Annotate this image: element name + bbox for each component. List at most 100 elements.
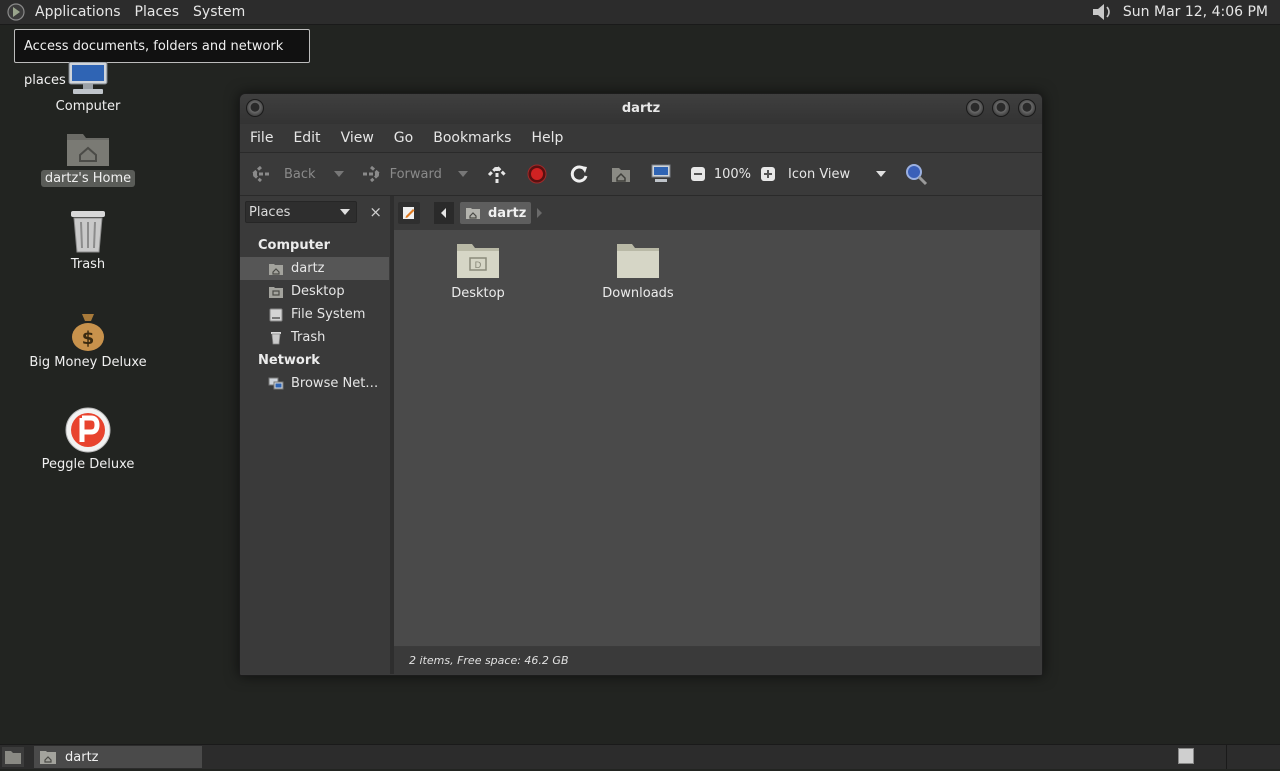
view-mode-select[interactable]: Icon View — [788, 153, 887, 195]
money-bag-icon: $ — [72, 314, 104, 351]
path-scroll-right[interactable] — [532, 202, 546, 224]
sidebar-type-select[interactable]: Places — [245, 201, 357, 223]
zoom-out-button[interactable] — [690, 153, 706, 195]
window-menu-button[interactable] — [246, 99, 264, 117]
applications-menu[interactable]: Applications — [28, 0, 128, 24]
location-bar: dartz — [394, 196, 1040, 230]
forward-button[interactable]: Forward — [358, 153, 442, 195]
stop-icon — [527, 164, 547, 184]
taskbar-window-label: dartz — [65, 749, 99, 765]
file-item-downloads[interactable]: Downloads — [583, 240, 693, 301]
window-titlebar[interactable]: dartz — [240, 94, 1042, 124]
desktop-icon — [269, 286, 283, 298]
desktop-icon-label: Peggle Deluxe — [41, 457, 135, 472]
file-item-label: Downloads — [602, 286, 674, 301]
sidebar-item-label: Browse Net… — [291, 376, 379, 391]
sidebar-item-file-system[interactable]: File System — [240, 303, 390, 326]
reload-button[interactable] — [568, 153, 590, 195]
stop-button[interactable] — [527, 153, 547, 195]
path-button-dartz[interactable]: dartz — [460, 202, 532, 224]
chevron-left-icon — [441, 208, 446, 218]
search-button[interactable] — [904, 153, 928, 195]
close-icon[interactable]: × — [369, 203, 382, 221]
sidebar-header: Places × — [240, 196, 390, 228]
drive-icon — [269, 308, 283, 321]
show-desktop-icon — [5, 751, 21, 764]
show-desktop-button[interactable] — [2, 747, 24, 767]
gnome-foot-icon[interactable] — [6, 2, 26, 22]
sidebar-item-label: Trash — [291, 330, 326, 345]
back-arrow-icon — [250, 165, 271, 183]
view-mode-label: Icon View — [788, 166, 851, 182]
home-icon — [269, 263, 283, 275]
sidebar-item-desktop[interactable]: Desktop — [240, 280, 390, 303]
up-button[interactable] — [486, 153, 508, 195]
desktop-icon-big-money[interactable]: $ Big Money Deluxe — [23, 310, 153, 371]
zoom-level[interactable]: 100% — [714, 167, 751, 182]
home-icon — [466, 208, 480, 219]
status-text: 2 items, Free space: 46.2 GB — [409, 654, 569, 667]
up-arrow-icon — [487, 164, 506, 183]
desktop-icon-computer[interactable]: Computer — [23, 62, 153, 115]
forward-label: Forward — [389, 166, 442, 182]
minimize-button[interactable] — [966, 99, 984, 117]
sidebar-item-trash[interactable]: Trash — [240, 326, 390, 349]
system-menu[interactable]: System — [186, 0, 252, 24]
sidebar-item-dartz[interactable]: dartz — [240, 257, 389, 280]
volume-icon[interactable] — [1089, 1, 1115, 23]
menu-view[interactable]: View — [331, 130, 384, 146]
reload-icon — [570, 165, 588, 183]
path-scroll-left[interactable] — [434, 202, 454, 224]
sidebar-section-network: Network — [258, 353, 320, 368]
sidebar-section-computer: Computer — [258, 238, 331, 253]
places-menu[interactable]: Places — [128, 0, 187, 24]
window-title: dartz — [621, 101, 661, 116]
maximize-button[interactable] — [992, 99, 1010, 117]
menu-bookmarks[interactable]: Bookmarks — [423, 130, 521, 146]
computer-button[interactable] — [650, 153, 672, 195]
trash-icon — [271, 331, 281, 344]
zoom-in-button[interactable] — [760, 153, 776, 195]
toggle-location-button[interactable] — [398, 202, 420, 224]
clock[interactable]: Sun Mar 12, 4:06 PM — [1115, 4, 1280, 20]
toolbar: Back Forward 100% Icon View — [240, 152, 1042, 196]
desktop-icon-peggle[interactable]: Peggle Deluxe — [23, 406, 153, 473]
home-icon — [40, 751, 56, 764]
folder-icon — [617, 244, 659, 278]
workspace-divider — [1226, 745, 1227, 769]
sidebar-item-label: File System — [291, 307, 366, 322]
search-icon — [906, 164, 928, 186]
sidebar-item-browse-network[interactable]: Browse Net… — [240, 372, 390, 395]
desktop-icon-label: Computer — [55, 99, 121, 114]
forward-history-dropdown[interactable] — [457, 171, 468, 177]
menu-go[interactable]: Go — [384, 130, 423, 146]
menu-help[interactable]: Help — [521, 130, 573, 146]
sidebar-item-label: dartz — [291, 261, 325, 276]
desktop-icon-home[interactable]: dartz's Home — [23, 128, 153, 187]
forward-arrow-icon — [360, 165, 381, 183]
file-manager-window: dartz File Edit View Go Bookmarks Help B… — [239, 93, 1043, 676]
network-icon — [268, 377, 284, 389]
back-history-dropdown[interactable] — [333, 171, 344, 177]
chevron-down-icon — [876, 171, 887, 177]
back-button[interactable]: Back — [250, 153, 316, 195]
desktop-icon-trash[interactable]: Trash — [23, 208, 153, 273]
status-bar: 2 items, Free space: 46.2 GB — [394, 647, 1040, 674]
menu-edit[interactable]: Edit — [283, 130, 330, 146]
workspace-1[interactable] — [1178, 748, 1194, 764]
computer-icon — [651, 164, 671, 182]
desktop-icon-label: Big Money Deluxe — [29, 355, 147, 370]
home-button[interactable] — [610, 153, 632, 195]
menu-file[interactable]: File — [240, 130, 283, 146]
close-button[interactable] — [1018, 99, 1036, 117]
file-view[interactable]: D Desktop Downloads — [394, 230, 1040, 646]
peggle-icon — [65, 407, 111, 453]
places-tooltip: Access documents, folders and network pl… — [14, 29, 310, 88]
sidebar-type-label: Places — [249, 204, 291, 220]
svg-text:$: $ — [82, 328, 95, 349]
home-icon — [611, 168, 630, 182]
taskbar-window-dartz[interactable]: dartz — [34, 746, 202, 768]
file-item-desktop[interactable]: D Desktop — [423, 240, 533, 301]
chevron-right-icon — [537, 208, 542, 218]
trash-icon — [71, 211, 105, 253]
